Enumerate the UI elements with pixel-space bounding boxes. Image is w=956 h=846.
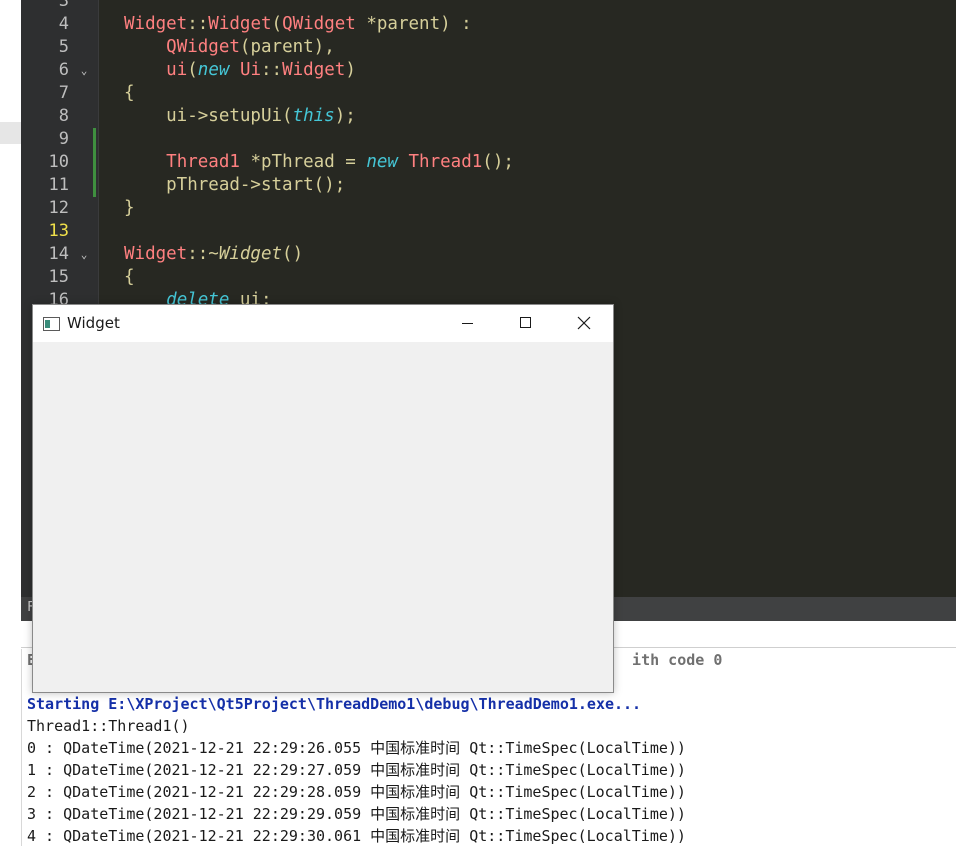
code-token: Thread1 xyxy=(408,152,483,172)
left-side-marker xyxy=(0,122,21,144)
code-token: ( xyxy=(187,60,198,80)
code-token: { xyxy=(124,83,135,103)
code-line[interactable]: ui(new Ui::Widget) xyxy=(124,59,356,82)
change-marker-bar xyxy=(93,128,96,197)
code-token: ui xyxy=(166,60,188,80)
code-token: ( xyxy=(271,14,283,34)
code-token: ) xyxy=(345,60,356,80)
code-token: () xyxy=(282,244,304,264)
code-line[interactable]: Widget::Widget(QWidget *parent) : xyxy=(124,13,472,36)
minimize-button[interactable] xyxy=(439,305,497,342)
output-line: 1 : QDateTime(2021-12-21 22:29:27.059 中国… xyxy=(27,761,686,779)
code-line[interactable]: pThread->start(); xyxy=(124,174,345,197)
line-number: 9 xyxy=(58,129,69,149)
code-line[interactable]: Thread1 *pThread = new Thread1(); xyxy=(124,151,514,174)
code-token: new xyxy=(366,152,398,172)
line-number: 14 xyxy=(48,244,69,264)
widget-client-area[interactable] xyxy=(33,342,613,692)
code-line[interactable]: } xyxy=(124,197,135,220)
maximize-icon xyxy=(520,317,531,328)
code-token: Widget xyxy=(282,60,346,80)
close-icon xyxy=(577,316,591,330)
close-button[interactable] xyxy=(555,305,613,342)
output-line: 3 : QDateTime(2021-12-21 22:29:29.059 中国… xyxy=(27,805,686,823)
output-line: 4 : QDateTime(2021-12-21 22:29:30.061 中国… xyxy=(27,827,686,845)
fold-chevron-icon[interactable]: ⌄ xyxy=(77,243,91,266)
code-token: ); xyxy=(334,106,356,126)
code-token: ::~ xyxy=(187,244,219,264)
code-token: { xyxy=(124,267,135,287)
code-line[interactable]: ui->setupUi(this); xyxy=(124,105,356,128)
code-token: ui->setupUi( xyxy=(124,106,293,126)
code-token: :: xyxy=(187,14,209,34)
line-number: 7 xyxy=(58,83,69,103)
code-token: *parent) : xyxy=(355,14,472,34)
output-line: 0 : QDateTime(2021-12-21 22:29:26.055 中国… xyxy=(27,739,686,757)
code-line[interactable]: { xyxy=(124,82,135,105)
line-number: 8 xyxy=(58,106,69,126)
code-token: Widget xyxy=(218,244,283,264)
code-token: Ui xyxy=(239,60,262,80)
line-number: 5 xyxy=(58,37,69,57)
line-number: 4 xyxy=(58,14,69,34)
output-line: 2 : QDateTime(2021-12-21 22:29:28.059 中国… xyxy=(27,783,686,801)
line-number: 10 xyxy=(48,152,69,172)
code-line[interactable]: Widget::~Widget() xyxy=(124,243,303,266)
widget-window[interactable]: Widget xyxy=(32,304,614,693)
line-number: 6 xyxy=(58,60,69,80)
line-number: 11 xyxy=(48,175,69,195)
fold-chevron-icon[interactable]: ⌄ xyxy=(77,59,91,82)
code-line[interactable]: { xyxy=(124,266,135,289)
code-token: Widget xyxy=(208,14,272,34)
code-token: Thread1 xyxy=(166,152,240,172)
minimize-icon xyxy=(462,323,473,324)
output-line: Thread1::Thread1() xyxy=(27,717,190,735)
code-token: (); xyxy=(482,152,514,172)
code-token: QWidget xyxy=(282,14,356,34)
output-line: Starting E:\XProject\Qt5Project\ThreadDe… xyxy=(27,695,642,713)
code-token: } xyxy=(124,198,135,218)
code-token: new xyxy=(197,60,230,80)
code-token: Widget xyxy=(124,244,188,264)
qt-app-window-icon xyxy=(43,317,60,331)
code-token: (parent), xyxy=(239,37,335,57)
window-titlebar[interactable]: Widget xyxy=(33,305,613,342)
line-number: 3 xyxy=(58,0,69,11)
line-number: 15 xyxy=(48,267,69,287)
maximize-button[interactable] xyxy=(497,305,555,342)
line-number: 12 xyxy=(48,198,69,218)
code-line[interactable]: QWidget(parent), xyxy=(124,36,335,59)
window-title: Widget xyxy=(67,314,120,332)
code-token: *pThread = xyxy=(239,152,367,172)
code-token: pThread->start(); xyxy=(124,175,346,195)
code-token: Widget xyxy=(124,14,188,34)
code-token: QWidget xyxy=(166,37,240,57)
code-token: :: xyxy=(261,60,283,80)
line-number: 13 xyxy=(48,221,69,241)
code-token: this xyxy=(292,106,335,126)
